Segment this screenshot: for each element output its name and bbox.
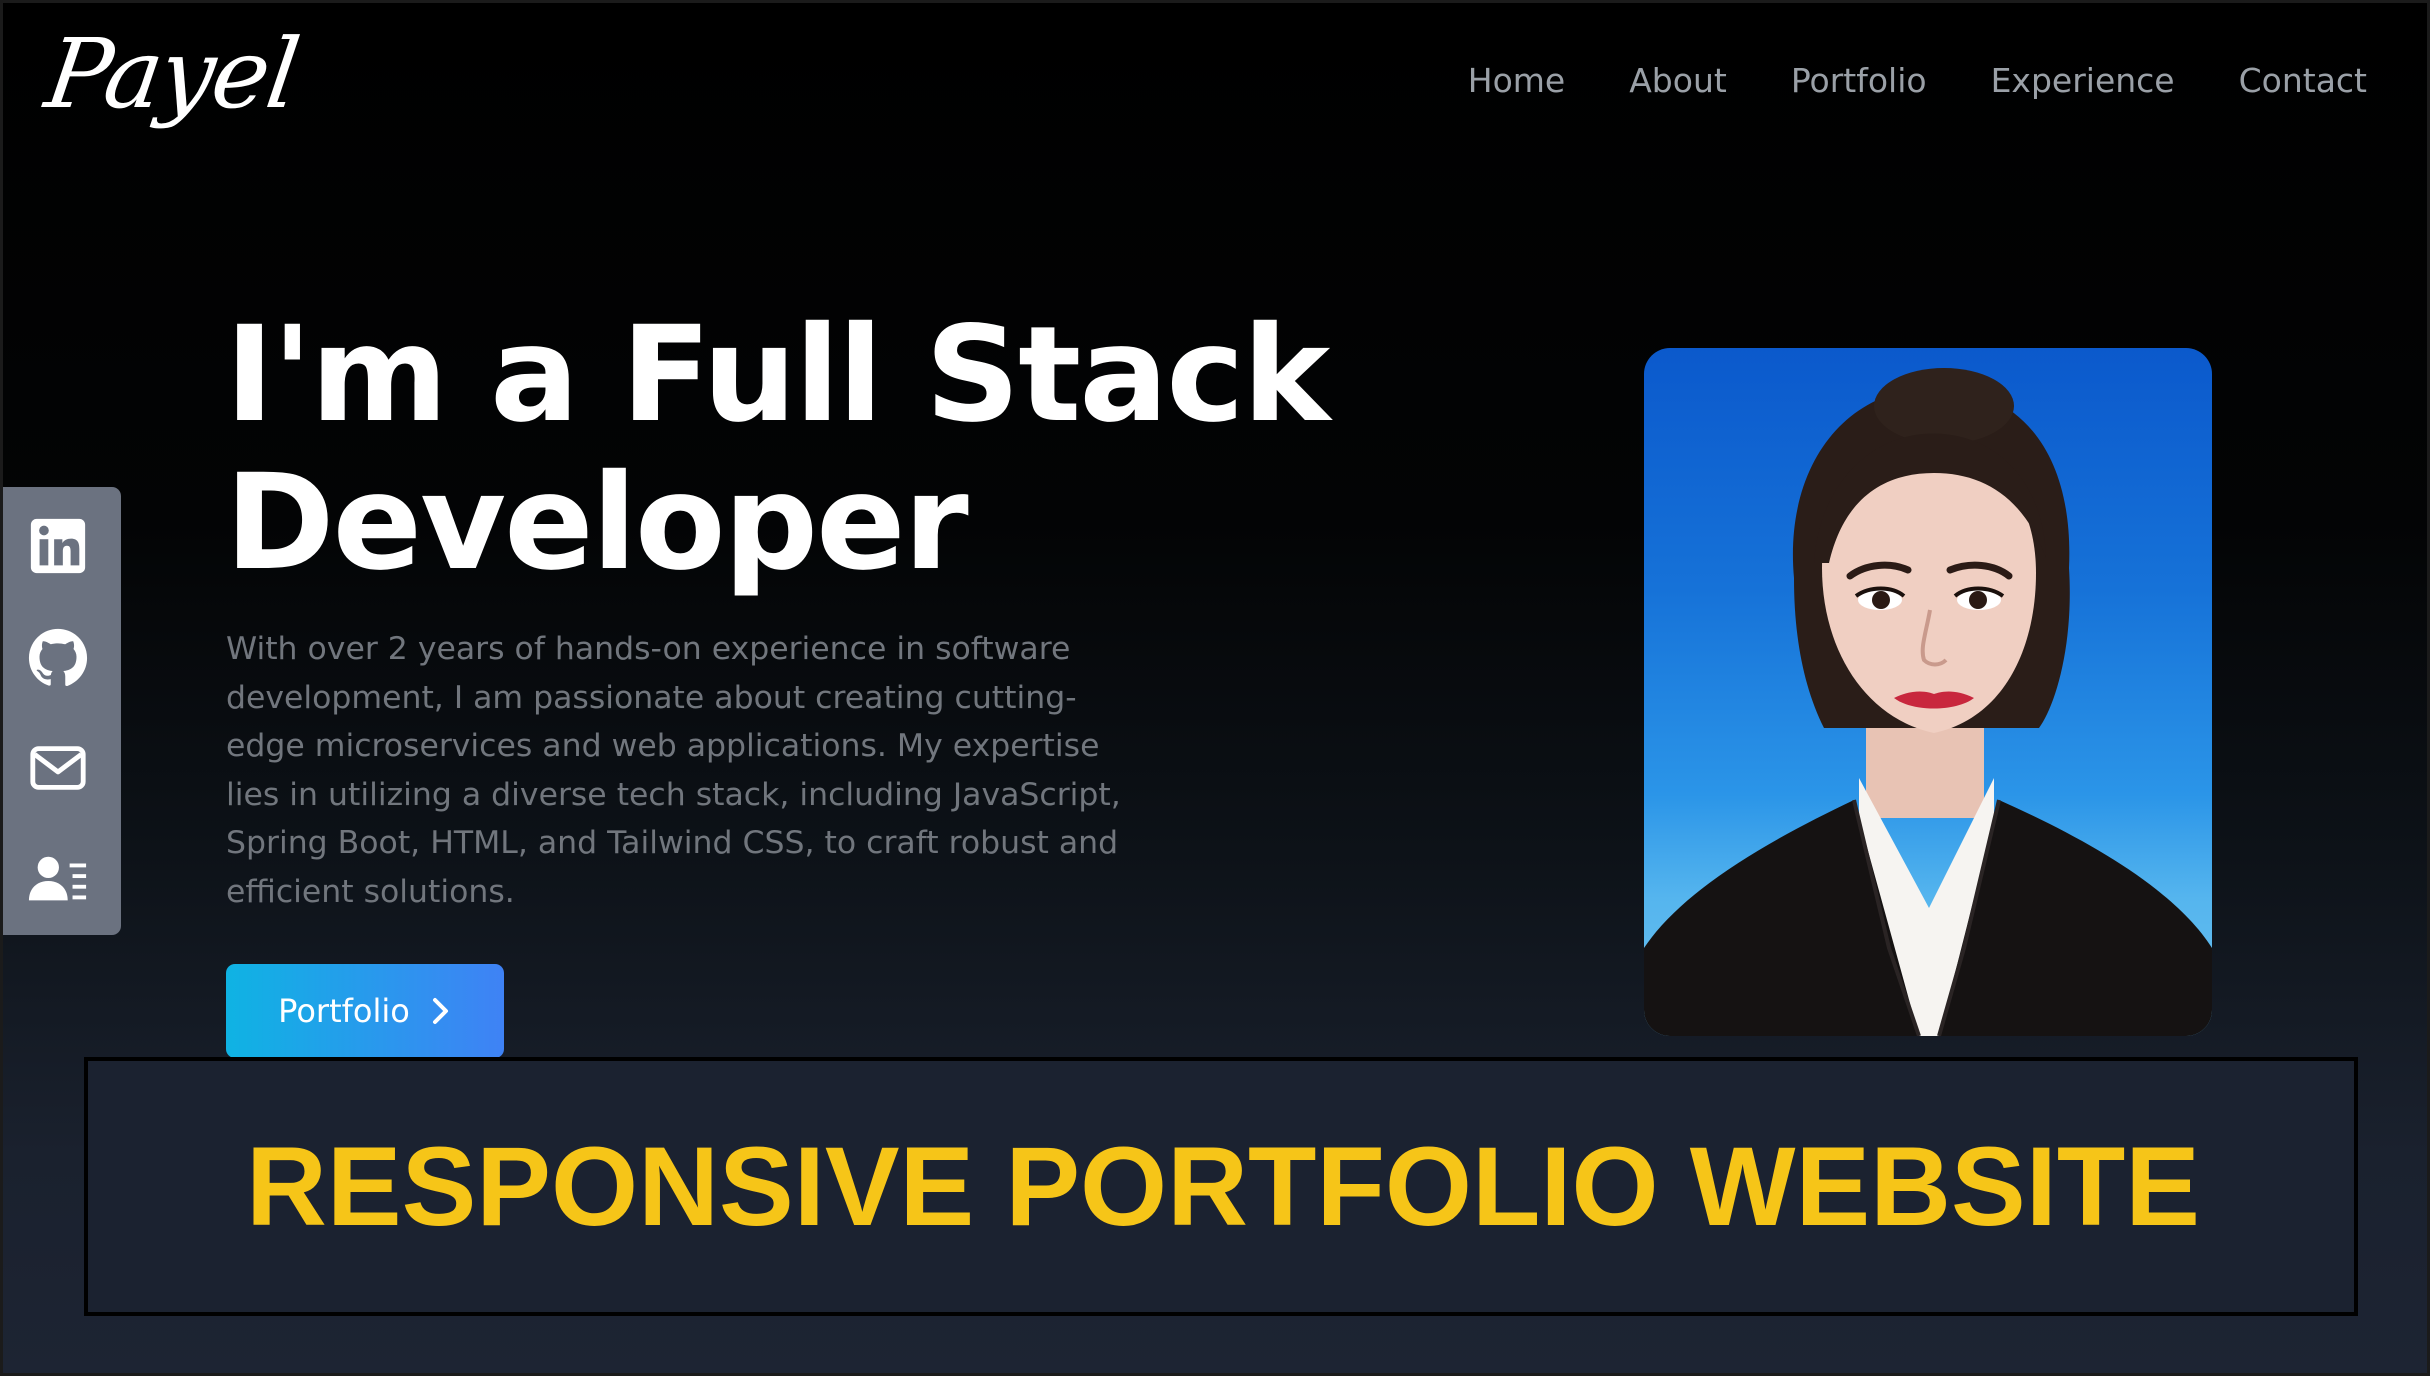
portfolio-page: Payel Home About Portfolio Experience Co… bbox=[0, 0, 2430, 1376]
hero-description: With over 2 years of hands-on experience… bbox=[226, 631, 1121, 910]
nav-experience[interactable]: Experience bbox=[1991, 61, 2175, 100]
title-banner: RESPONSIVE PORTFOLIO WEBSITE bbox=[84, 1057, 2358, 1316]
nav-home[interactable]: Home bbox=[1468, 61, 1565, 100]
hero-title-line-2: Developer bbox=[225, 446, 969, 600]
nav-about[interactable]: About bbox=[1629, 61, 1727, 100]
social-links-bar bbox=[3, 487, 121, 935]
hero-title-line-1: I'm a Full Stack bbox=[225, 298, 1330, 452]
chevron-right-icon bbox=[430, 996, 452, 1026]
nav-contact[interactable]: Contact bbox=[2239, 61, 2367, 100]
github-icon[interactable] bbox=[27, 626, 89, 688]
banner-title: RESPONSIVE PORTFOLIO WEBSITE bbox=[246, 1124, 2200, 1249]
linkedin-icon[interactable] bbox=[27, 515, 89, 577]
resume-icon[interactable] bbox=[27, 848, 89, 910]
main-nav: Home About Portfolio Experience Contact bbox=[1468, 61, 2367, 100]
site-logo[interactable]: Payel bbox=[39, 17, 304, 132]
portfolio-button[interactable]: Portfolio bbox=[226, 964, 504, 1058]
hero-title: I'm a Full Stack Developer bbox=[225, 301, 1425, 597]
profile-photo bbox=[1644, 348, 2212, 1036]
portfolio-button-label: Portfolio bbox=[278, 992, 410, 1030]
nav-portfolio[interactable]: Portfolio bbox=[1791, 61, 1927, 100]
mail-icon[interactable] bbox=[27, 737, 89, 799]
